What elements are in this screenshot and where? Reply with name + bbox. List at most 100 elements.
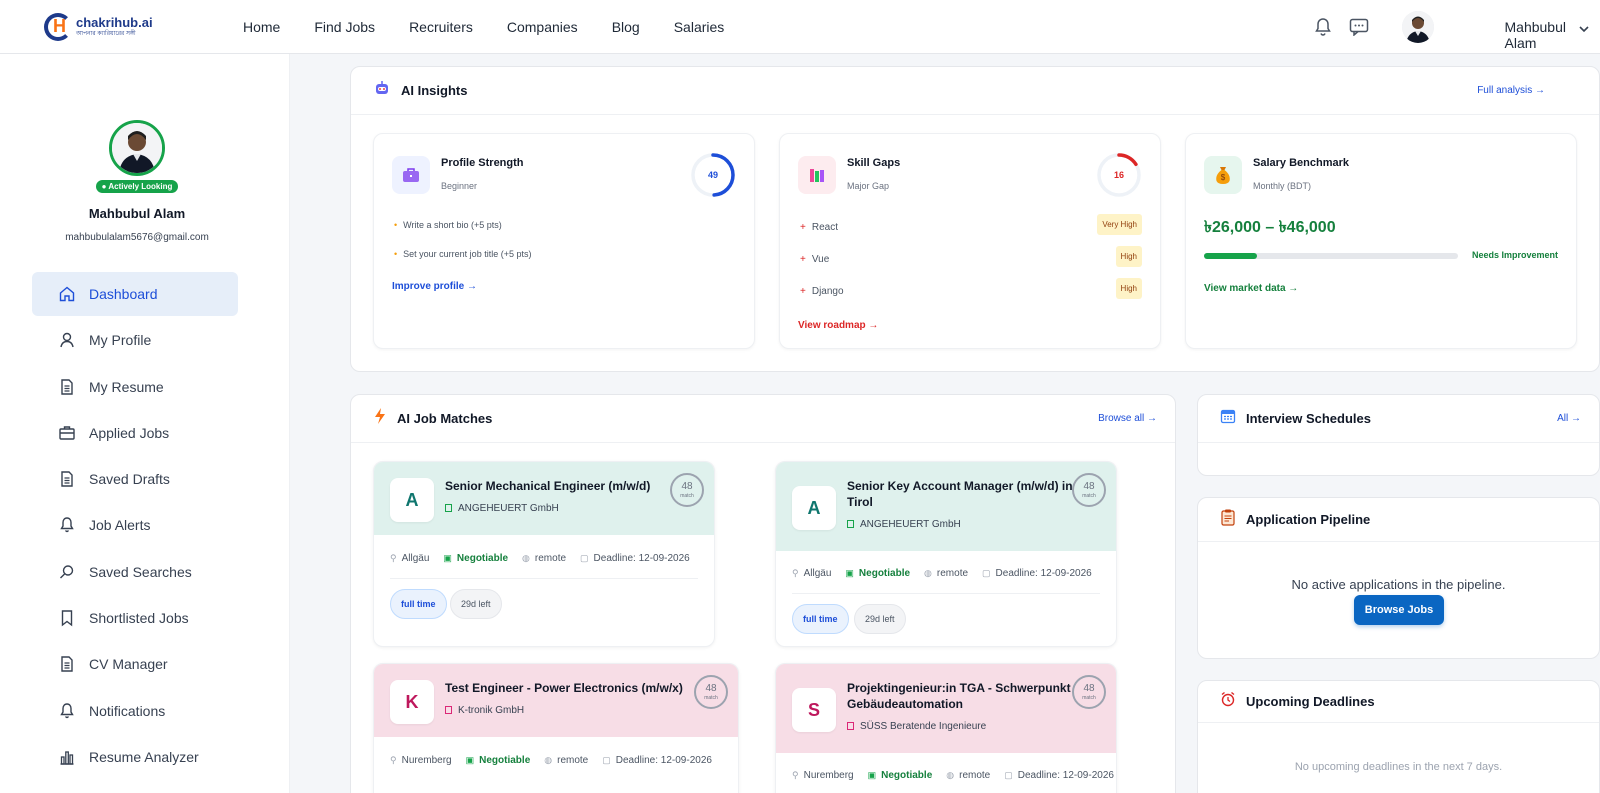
nav-home[interactable]: Home: [243, 19, 280, 35]
skill-gap-item: + Django: [800, 286, 844, 297]
view-market-data-link[interactable]: View market data →: [1204, 283, 1298, 294]
sidebar-item-cv-manager[interactable]: CV Manager: [32, 642, 238, 686]
skill-gaps-card: Skill Gaps Major Gap 16 + React Very High…: [779, 133, 1161, 349]
plus-icon: +: [800, 222, 806, 233]
user-name[interactable]: Mahbubul Alam: [1505, 19, 1567, 51]
job-company: SÜSS Beratende Ingenieure: [847, 721, 986, 732]
company-logo: A: [390, 478, 434, 522]
job-meta: ⚲ Nuremberg ▣ Negotiable ◍ remote ▢ Deadline…: [390, 755, 712, 766]
brand-logo[interactable]: H chakrihub.ai আপনার ক্যারিয়ারের সঙ্গী: [44, 12, 153, 42]
view-roadmap-link[interactable]: View roadmap →: [798, 320, 878, 331]
bell-icon: [60, 702, 74, 718]
nav-blog[interactable]: Blog: [612, 19, 640, 35]
sidebar-item-shortlisted-jobs[interactable]: Shortlisted Jobs: [32, 596, 238, 640]
bell-icon[interactable]: [1312, 16, 1334, 38]
sidebar-item-resume-analyzer[interactable]: Resume Analyzer: [32, 735, 238, 779]
improve-profile-link[interactable]: Improve profile →: [392, 281, 477, 292]
divider: [792, 593, 1100, 594]
location-pin-icon: ⚲: [390, 553, 397, 563]
calendar-icon: ▢: [1004, 770, 1013, 780]
skill-gap-item: + React: [800, 222, 838, 233]
sidebar: ● Actively Looking Mahbubul Alam mahbubu…: [0, 54, 290, 793]
calendar-icon: [1220, 408, 1236, 429]
nav-companies[interactable]: Companies: [507, 19, 578, 35]
salary-progress-track: [1204, 253, 1458, 259]
sidebar-item-applied-jobs[interactable]: Applied Jobs: [32, 411, 238, 455]
job-card[interactable]: A Senior Key Account Manager (m/w/d) in …: [775, 461, 1117, 647]
brand-name: chakrihub.ai: [76, 15, 153, 30]
ai-insights-panel: AI Insights Full analysis → Profile Stre…: [350, 66, 1600, 372]
plus-icon: +: [800, 286, 806, 297]
sidebar-item-label: Saved Drafts: [89, 471, 170, 488]
calendar-icon: ▢: [580, 553, 589, 563]
job-title[interactable]: Senior Mechanical Engineer (m/w/d): [445, 478, 665, 494]
company-logo: K: [390, 680, 434, 724]
upcoming-deadlines-panel: Upcoming Deadlines No upcoming deadlines…: [1197, 680, 1600, 793]
profile-summary: ● Actively Looking Mahbubul Alam mahbubu…: [0, 120, 274, 243]
sidebar-item-label: Job Alerts: [89, 517, 151, 534]
divider: [390, 578, 698, 579]
bullet-icon: •: [394, 220, 398, 230]
gap-level-badge: High: [1115, 246, 1142, 267]
sidebar-item-saved-searches[interactable]: Saved Searches: [32, 550, 238, 594]
all-interviews-link[interactable]: All →: [1557, 413, 1581, 424]
salary-progress-fill: [1204, 253, 1258, 259]
ai-job-matches-title: AI Job Matches: [397, 411, 493, 426]
document-icon: [61, 656, 73, 673]
alarm-clock-icon: [1220, 691, 1236, 712]
job-title[interactable]: Test Engineer - Power Electronics (m/w/x…: [445, 680, 690, 696]
job-card[interactable]: K Test Engineer - Power Electronics (m/w…: [373, 663, 739, 793]
skill-gaps-score: 16: [1114, 170, 1124, 180]
sidebar-item-label: My Profile: [89, 332, 152, 349]
profile-name: Mahbubul Alam: [88, 206, 186, 221]
skill-gap-item: + Vue: [800, 254, 830, 265]
browse-all-link[interactable]: Browse all →: [1098, 413, 1157, 424]
nav-salaries[interactable]: Salaries: [674, 19, 725, 35]
sidebar-item-notifications[interactable]: Notifications: [32, 689, 238, 733]
chat-icon[interactable]: [1348, 16, 1370, 38]
sidebar-item-dashboard[interactable]: Dashboard: [32, 272, 238, 316]
job-title[interactable]: Projektingenieur:in TGA - Schwerpunkt Ge…: [847, 680, 1092, 712]
sidebar-item-my-resume[interactable]: My Resume: [32, 365, 238, 409]
sidebar-item-my-profile[interactable]: My Profile: [32, 318, 238, 362]
calendar-icon: ▢: [982, 568, 991, 578]
nav-recruiters[interactable]: Recruiters: [409, 19, 473, 35]
sidebar-item-label: Dashboard: [89, 286, 158, 302]
ai-insights-title: AI Insights: [401, 83, 468, 98]
skill-gaps-ring: 16: [1097, 153, 1141, 197]
salary-period: Monthly (BDT): [1253, 181, 1312, 191]
application-pipeline-title: Application Pipeline: [1246, 512, 1371, 527]
tip-item: • Set your current job title (+5 pts): [394, 249, 532, 259]
job-card[interactable]: A Senior Mechanical Engineer (m/w/d) ANG…: [373, 461, 715, 647]
gap-level-badge: High: [1115, 278, 1142, 299]
globe-icon: ◍: [544, 755, 553, 765]
building-icon: [445, 706, 452, 714]
money-bag-icon: $: [1204, 156, 1242, 194]
job-company: ANGEHEUERT GmbH: [847, 519, 961, 530]
full-analysis-link[interactable]: Full analysis →: [1477, 85, 1545, 96]
svg-text:$: $: [1221, 173, 1226, 182]
job-title[interactable]: Senior Key Account Manager (m/w/d) in Ti…: [847, 478, 1087, 510]
interview-schedules-title: Interview Schedules: [1246, 411, 1371, 426]
avatar[interactable]: [1402, 11, 1434, 43]
clipboard-icon: [1220, 508, 1236, 531]
salary-status: Needs Improvement: [1471, 250, 1558, 260]
company-logo: A: [792, 486, 836, 530]
job-card[interactable]: S Projektingenieur:in TGA - Schwerpunkt …: [775, 663, 1117, 793]
building-icon: [847, 722, 854, 730]
job-meta: ⚲ Allgäu ▣ Negotiable ◍ remote ▢ Deadline: 1…: [390, 553, 690, 564]
bullet-icon: •: [394, 249, 398, 259]
chevron-down-icon[interactable]: [1578, 21, 1590, 39]
browse-jobs-button[interactable]: Browse Jobs: [1354, 595, 1444, 625]
application-pipeline-panel: Application Pipeline No active applicati…: [1197, 497, 1600, 659]
job-company: K-tronik GmbH: [445, 705, 524, 716]
document-icon: [61, 471, 73, 487]
profile-avatar[interactable]: [109, 120, 165, 176]
sidebar-item-job-alerts[interactable]: Job Alerts: [32, 503, 238, 547]
money-icon: ▣: [465, 755, 475, 765]
nav-find-jobs[interactable]: Find Jobs: [314, 19, 375, 35]
salary-range: ৳26,000 – ৳46,000: [1204, 219, 1336, 236]
home-icon: [59, 286, 75, 302]
sidebar-item-saved-drafts[interactable]: Saved Drafts: [32, 457, 238, 501]
match-score-badge: 48 match: [1072, 675, 1106, 709]
